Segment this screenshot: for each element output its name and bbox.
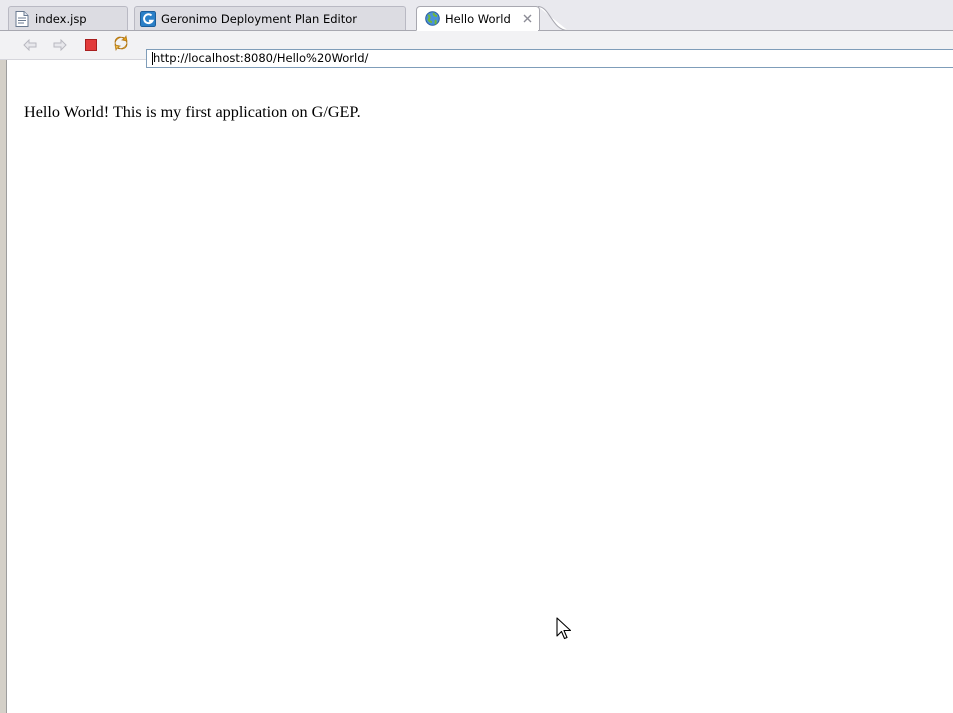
tab-label: Geronimo Deployment Plan Editor xyxy=(161,11,358,26)
editor-tab-bar: index.jsp Geronimo Deployment Plan Edito… xyxy=(0,0,953,31)
left-frame-edge xyxy=(0,0,8,713)
tab-label: index.jsp xyxy=(35,11,87,26)
close-icon[interactable] xyxy=(523,14,532,23)
stop-icon xyxy=(85,36,97,55)
url-input[interactable]: http://localhost:8080/Hello%20World/ xyxy=(146,49,953,68)
tab-edge-curve xyxy=(538,6,568,31)
tab-hello-world[interactable]: Hello World xyxy=(416,6,540,31)
forward-button[interactable] xyxy=(52,37,68,53)
back-button[interactable] xyxy=(22,37,38,53)
globe-icon xyxy=(424,11,440,27)
page-body-text: Hello World! This is my first applicatio… xyxy=(24,103,361,121)
refresh-button[interactable] xyxy=(113,34,129,55)
geronimo-icon xyxy=(140,10,156,27)
tab-label: Hello World xyxy=(445,11,511,26)
back-arrow-icon xyxy=(23,36,37,55)
mouse-cursor-icon xyxy=(556,617,572,645)
stop-button[interactable] xyxy=(83,37,99,53)
forward-arrow-icon xyxy=(53,36,67,55)
tab-geronimo-deployment-plan-editor[interactable]: Geronimo Deployment Plan Editor xyxy=(134,6,406,30)
text-caret xyxy=(152,52,153,65)
refresh-icon xyxy=(113,34,129,55)
jsp-file-icon xyxy=(14,10,30,27)
tab-index-jsp[interactable]: index.jsp xyxy=(8,6,128,30)
